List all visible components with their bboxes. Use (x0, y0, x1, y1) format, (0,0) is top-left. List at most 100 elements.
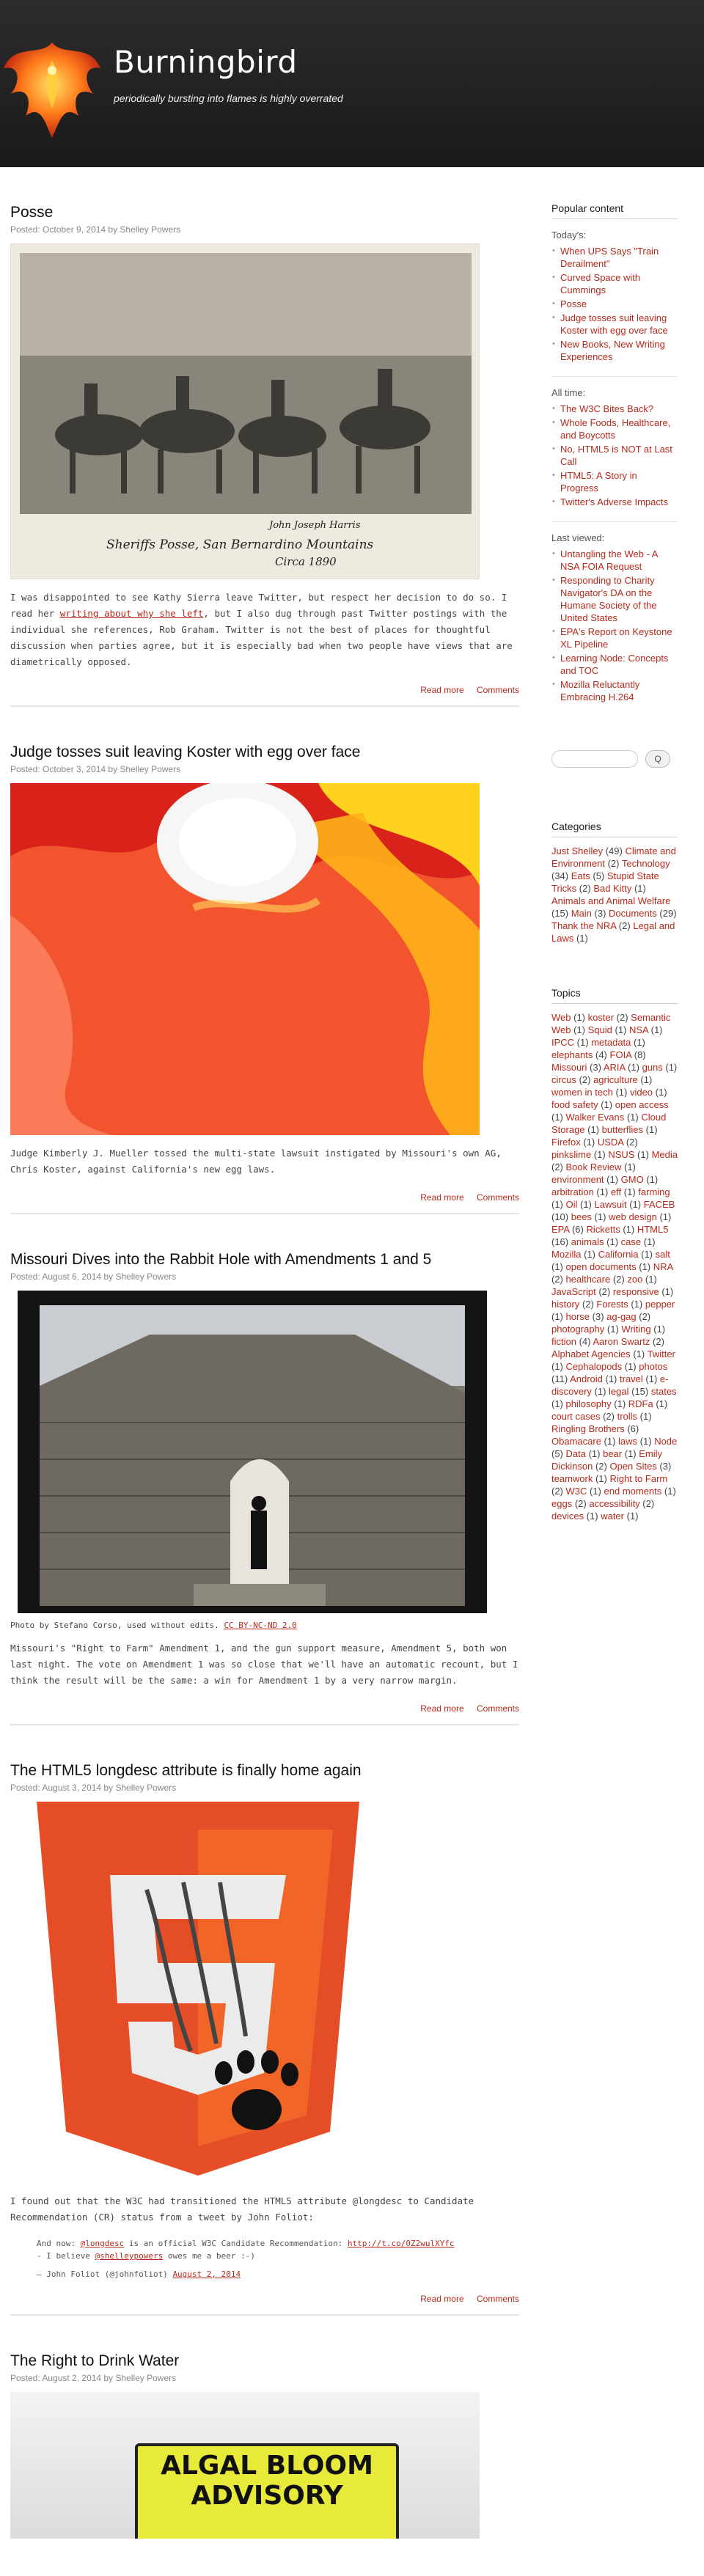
post-title[interactable]: Judge tosses suit leaving Koster with eg… (10, 744, 519, 761)
comments-link[interactable]: Comments (477, 1192, 519, 1203)
category-link[interactable]: Thank the NRA (551, 920, 616, 931)
post-title[interactable]: The Right to Drink Water (10, 2352, 519, 2370)
list-item[interactable]: When UPS Says "Train Derailment" (552, 245, 678, 270)
topic-link[interactable]: butterflies (602, 1124, 643, 1135)
topic-link[interactable]: Right to Farm (609, 1473, 667, 1484)
list-item[interactable]: EPA's Report on Keystone XL Pipeline (552, 625, 678, 650)
topic-link[interactable]: case (621, 1236, 641, 1247)
topic-link[interactable]: open documents (566, 1261, 637, 1272)
search-button[interactable]: Q (645, 750, 670, 768)
topic-link[interactable]: Squid (588, 1024, 612, 1035)
post-title[interactable]: Missouri Dives into the Rabbit Hole with… (10, 1251, 519, 1269)
topic-link[interactable]: elephants (551, 1049, 593, 1060)
category-link[interactable]: Main (571, 908, 592, 919)
topic-link[interactable]: koster (588, 1012, 614, 1023)
list-item[interactable]: New Books, New Writing Experiences (552, 338, 678, 363)
list-item[interactable]: HTML5: A Story in Progress (552, 469, 678, 494)
topic-link[interactable]: video (630, 1087, 653, 1098)
topic-link[interactable]: NRA (653, 1261, 673, 1272)
topic-link[interactable]: end moments (604, 1486, 662, 1497)
topic-link[interactable]: Aaron Swartz (593, 1336, 650, 1347)
topic-link[interactable]: fiction (551, 1336, 576, 1347)
topic-link[interactable]: GMO (621, 1174, 644, 1185)
list-item[interactable]: Twitter's Adverse Impacts (552, 496, 678, 508)
post-title[interactable]: The HTML5 longdesc attribute is finally … (10, 1762, 519, 1780)
topic-link[interactable]: pepper (645, 1299, 675, 1310)
comments-link[interactable]: Comments (477, 1703, 519, 1714)
topic-link[interactable]: Cephalopods (566, 1361, 623, 1372)
shelleypowers-link[interactable]: @shelleypowers (95, 2251, 163, 2261)
topic-link[interactable]: history (551, 1299, 579, 1310)
topic-link[interactable]: Media (652, 1149, 678, 1160)
topic-link[interactable]: IPCC (551, 1037, 574, 1048)
topic-link[interactable]: accessibility (589, 1498, 639, 1509)
topic-link[interactable]: horse (566, 1311, 590, 1322)
topic-link[interactable]: JavaScript (551, 1286, 596, 1297)
topic-link[interactable]: salt (656, 1249, 670, 1260)
topic-link[interactable]: NSA (629, 1024, 648, 1035)
topic-link[interactable]: Firefox (551, 1137, 581, 1148)
longdesc-link[interactable]: @longdesc (81, 2239, 125, 2248)
topic-link[interactable]: animals (571, 1236, 604, 1247)
topic-link[interactable]: photos (639, 1361, 667, 1372)
topic-link[interactable]: Writing (621, 1324, 650, 1335)
topic-link[interactable]: arbitration (551, 1186, 594, 1197)
list-item[interactable]: No, HTML5 is NOT at Last Call (552, 443, 678, 468)
topic-link[interactable]: EPA (551, 1224, 569, 1235)
category-link[interactable]: Eats (571, 870, 590, 881)
comments-link[interactable]: Comments (477, 2294, 519, 2304)
category-link[interactable]: Animals and Animal Welfare (551, 895, 670, 906)
topic-link[interactable]: web design (609, 1211, 657, 1222)
topic-link[interactable]: court cases (551, 1411, 600, 1422)
topic-link[interactable]: Obamacare (551, 1436, 601, 1447)
topic-link[interactable]: eggs (551, 1498, 572, 1509)
list-item[interactable]: Judge tosses suit leaving Koster with eg… (552, 312, 678, 337)
topic-link[interactable]: photography (551, 1324, 604, 1335)
topic-link[interactable]: FACEB (644, 1199, 675, 1210)
topic-link[interactable]: guns (642, 1062, 663, 1073)
topic-link[interactable]: Missouri (551, 1062, 587, 1073)
topic-link[interactable]: responsive (613, 1286, 659, 1297)
list-item[interactable]: Untangling the Web - A NSA FOIA Request (552, 548, 678, 573)
topic-link[interactable]: laws (618, 1436, 637, 1447)
list-item[interactable]: Mozilla Reluctantly Embracing H.264 (552, 678, 678, 703)
category-link[interactable]: Documents (609, 908, 657, 919)
topic-link[interactable]: USDA (598, 1137, 623, 1148)
topic-link[interactable]: Node (654, 1436, 677, 1447)
topic-link[interactable]: Android (570, 1373, 603, 1384)
tweet-date-link[interactable]: August 2, 2014 (172, 2269, 241, 2279)
topic-link[interactable]: Data (566, 1448, 586, 1459)
topic-link[interactable]: women in tech (551, 1087, 613, 1098)
read-more-link[interactable]: Read more (420, 1192, 463, 1203)
topic-link[interactable]: FOIA (610, 1049, 632, 1060)
topic-link[interactable]: ag-gag (606, 1311, 636, 1322)
topic-link[interactable]: teamwork (551, 1473, 593, 1484)
phoenix-logo-icon[interactable] (0, 28, 104, 145)
list-item[interactable]: Learning Node: Concepts and TOC (552, 652, 678, 677)
topic-link[interactable]: environment (551, 1174, 604, 1185)
topic-link[interactable]: open access (615, 1099, 669, 1110)
search-input[interactable] (551, 750, 638, 768)
topic-link[interactable]: water (601, 1511, 624, 1522)
topic-link[interactable]: circus (551, 1074, 576, 1085)
topic-link[interactable]: devices (551, 1511, 584, 1522)
topic-link[interactable]: RDFa (628, 1398, 653, 1409)
list-item[interactable]: Whole Foods, Healthcare, and Boycotts (552, 417, 678, 441)
topic-link[interactable]: Web (551, 1012, 571, 1023)
category-link[interactable]: Bad Kitty (593, 883, 631, 894)
topic-link[interactable]: Alphabet Agencies (551, 1348, 631, 1359)
read-more-link[interactable]: Read more (420, 2294, 463, 2304)
topic-link[interactable]: agriculture (593, 1074, 638, 1085)
topic-link[interactable]: pinkslime (551, 1149, 591, 1160)
topic-link[interactable]: eff (611, 1186, 621, 1197)
category-link[interactable]: Technology (622, 858, 670, 869)
topic-link[interactable]: farming (638, 1186, 670, 1197)
list-item[interactable]: The W3C Bites Back? (552, 403, 678, 415)
list-item[interactable]: Responding to Charity Navigator's DA on … (552, 574, 678, 624)
topic-link[interactable]: travel (620, 1373, 643, 1384)
topic-link[interactable]: Ricketts (586, 1224, 620, 1235)
tco-link[interactable]: http://t.co/0Z2wulXYfc (348, 2239, 455, 2248)
topic-link[interactable]: Open Sites (609, 1461, 656, 1472)
topic-link[interactable]: states (651, 1386, 677, 1397)
list-item[interactable]: Curved Space with Cummings (552, 271, 678, 296)
